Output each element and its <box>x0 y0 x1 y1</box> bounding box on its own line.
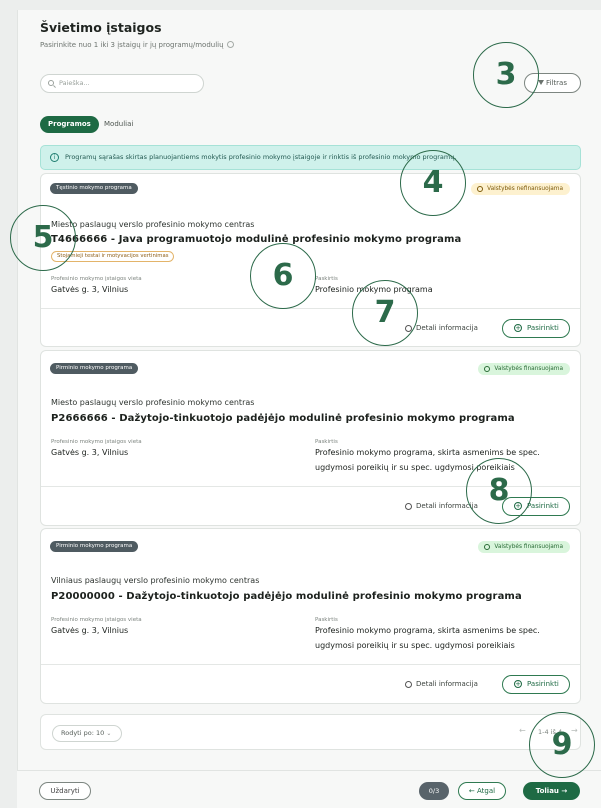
next-button[interactable]: Toliau → <box>523 782 580 800</box>
info-icon <box>405 681 412 688</box>
institution-name: Vilniaus paslaugų verslo profesinio moky… <box>51 576 260 585</box>
filter-icon <box>538 80 544 85</box>
purpose-value: ugdymosi poreikių ir su spec. ugdymosi p… <box>315 641 515 650</box>
program-title: T4666666 - Java programuotojo modulinė p… <box>51 234 462 245</box>
arrow-right-icon: → <box>558 787 568 795</box>
select-text: Pasirinkti <box>527 324 559 332</box>
close-button[interactable]: Uždaryti <box>39 782 91 800</box>
annotation-marker: 9 <box>529 712 595 778</box>
details-text: Detali informacija <box>416 680 478 688</box>
info-alert: i Programų sąrašas skirtas planuojantiem… <box>40 145 581 170</box>
funding-badge: Valstybės finansuojama <box>478 541 570 553</box>
program-card: Pirminio mokymo programa Valstybės finan… <box>40 528 581 704</box>
program-type-badge: Pirminio mokymo programa <box>50 541 139 552</box>
annotation-marker: 5 <box>10 205 76 271</box>
program-type-badge: Tęstinio mokymo programa <box>50 183 138 194</box>
funding-badge: Valstybės finansuojama <box>478 363 570 375</box>
annotation-marker: 4 <box>400 150 466 216</box>
location-label: Profesinio mokymo įstaigos vieta <box>51 276 142 282</box>
details-link[interactable]: Detali informacija <box>405 502 478 510</box>
location-value: Gatvės g. 3, Vilnius <box>51 626 129 635</box>
tab-programs[interactable]: Programos <box>40 116 99 133</box>
tab-modules[interactable]: Moduliai <box>96 116 141 133</box>
check-icon <box>484 544 491 550</box>
search-input[interactable]: Paieška... <box>40 74 204 93</box>
card-divider <box>41 664 580 665</box>
purpose-label: Paskirtis <box>315 439 338 445</box>
details-text: Detali informacija <box>416 324 478 332</box>
purpose-value: Profesinio mokymo programa, skirta asmen… <box>315 626 540 635</box>
funding-text: Valstybės nefinansuojama <box>487 186 563 192</box>
plus-icon: + <box>514 680 522 688</box>
card-divider <box>41 308 580 309</box>
location-label: Profesinio mokymo įstaigos vieta <box>51 439 142 445</box>
institution-name: Miesto paslaugų verslo profesinio mokymo… <box>51 220 255 229</box>
plus-icon: + <box>514 324 522 332</box>
purpose-label: Paskirtis <box>315 276 338 282</box>
modal-footer: Uždaryti 0/3 ← Atgal Toliau → <box>17 770 601 808</box>
select-button[interactable]: + Pasirinkti <box>502 319 570 338</box>
funding-text: Valstybės finansuojama <box>494 544 563 550</box>
annotation-marker: 6 <box>250 243 316 309</box>
annotation-marker: 8 <box>466 458 532 524</box>
select-text: Pasirinkti <box>527 502 559 510</box>
select-text: Pasirinkti <box>527 680 559 688</box>
page-size-select[interactable]: Rodyti po: 10 ⌄ <box>52 725 122 742</box>
filter-label: Filtras <box>546 79 567 87</box>
next-text: Toliau <box>535 787 559 795</box>
program-title: P20000000 - Dažytojo-tinkuotojo padėjėjo… <box>51 591 522 602</box>
select-button[interactable]: + Pasirinkti <box>502 675 570 694</box>
pagination: Rodyti po: 10 ⌄ ← 1-4 iš 4 → <box>40 714 581 750</box>
details-link[interactable]: Detali informacija <box>405 324 478 332</box>
prev-page-button[interactable]: ← <box>519 726 526 735</box>
program-title: P2666666 - Dažytojo-tinkuotojo padėjėjo … <box>51 413 515 424</box>
step-counter: 0/3 <box>419 782 449 800</box>
funding-badge: Valstybės nefinansuojama <box>471 183 570 195</box>
location-value: Gatvės g. 3, Vilnius <box>51 285 129 294</box>
page-subtitle: Pasirinkite nuo 1 iki 3 įstaigų ir jų pr… <box>40 41 234 49</box>
page-size-text: Rodyti po: 10 <box>61 729 105 737</box>
info-icon[interactable] <box>226 41 234 48</box>
annotation-marker: 7 <box>352 280 418 346</box>
purpose-label: Paskirtis <box>315 617 338 623</box>
info-icon <box>405 503 412 510</box>
search-icon <box>48 80 54 86</box>
program-type-badge: Pirminio mokymo programa <box>50 363 139 374</box>
back-text: Atgal <box>477 787 496 795</box>
arrow-left-icon: ← <box>468 787 477 795</box>
check-icon <box>477 186 484 192</box>
location-label: Profesinio mokymo įstaigos vieta <box>51 617 142 623</box>
subtitle-text: Pasirinkite nuo 1 iki 3 įstaigų ir jų pr… <box>40 41 224 49</box>
details-link[interactable]: Detali informacija <box>405 680 478 688</box>
alert-text: Programų sąrašas skirtas planuojantiems … <box>65 153 457 161</box>
funding-text: Valstybės finansuojama <box>494 366 563 372</box>
modal-panel: Švietimo įstaigos Pasirinkite nuo 1 iki … <box>17 10 601 808</box>
back-button[interactable]: ← Atgal <box>458 782 506 800</box>
chevron-down-icon: ⌄ <box>106 730 112 737</box>
info-icon: i <box>50 153 59 162</box>
search-placeholder: Paieška... <box>59 79 90 87</box>
page-title: Švietimo įstaigos <box>40 20 162 35</box>
institution-name: Miesto paslaugų verslo profesinio mokymo… <box>51 398 255 407</box>
check-icon <box>484 366 491 372</box>
annotation-marker: 3 <box>473 42 539 108</box>
location-value: Gatvės g. 3, Vilnius <box>51 448 129 457</box>
